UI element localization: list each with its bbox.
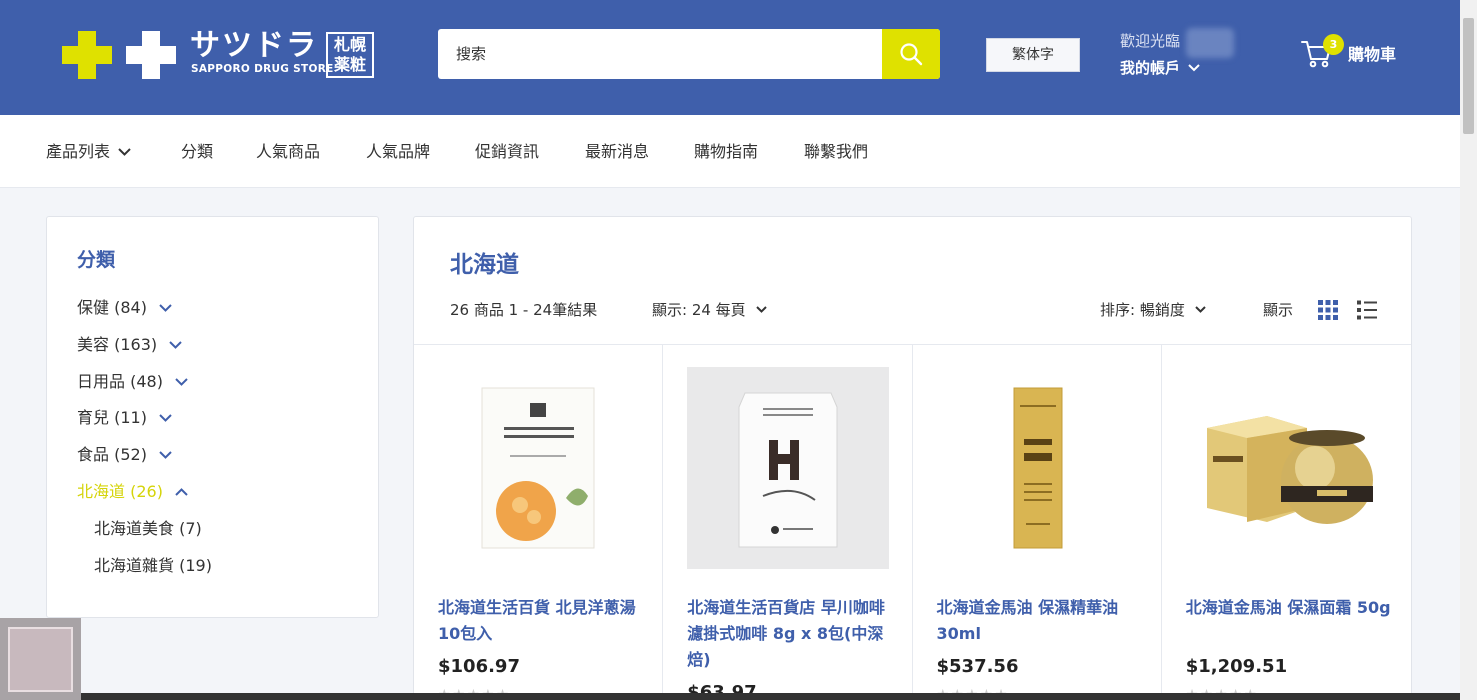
product-collection: 北海道 26 商品 1 - 24筆結果 顯示: 24 每頁 排序: 暢銷度 顯示	[413, 216, 1412, 700]
product-title[interactable]: 北海道生活百貨 北見洋蔥湯 10包入	[438, 595, 643, 647]
category-food[interactable]: 食品 (52)	[77, 444, 172, 466]
my-account-label: 我的帳戶	[1120, 59, 1181, 77]
cart-button[interactable]: 3 購物車	[1300, 34, 1397, 70]
chevron-down-icon	[169, 341, 182, 349]
my-account-link[interactable]: 我的帳戶	[1120, 58, 1200, 78]
category-label: 育兒 (11)	[77, 408, 147, 427]
chevron-down-icon	[755, 306, 767, 313]
category-childcare[interactable]: 育兒 (11)	[77, 407, 172, 429]
product-price: $106.97	[438, 656, 520, 677]
nav-item-popular-products[interactable]: 人氣商品	[256, 141, 320, 163]
scrollbar-thumb[interactable]	[1463, 18, 1474, 134]
blurred-username	[1186, 28, 1234, 58]
bottom-bar	[81, 693, 1460, 700]
nav-item-popular-brands[interactable]: 人氣品牌	[366, 141, 430, 163]
product-price: $1,209.51	[1185, 656, 1288, 677]
nav-item-shopping-guide[interactable]: 購物指南	[694, 141, 758, 163]
cart-label: 購物車	[1348, 45, 1397, 64]
language-button[interactable]: 繁体字	[986, 38, 1080, 72]
category-sidebar: 分類 保健 (84) 美容 (163) 日用品 (48) 育兒 (11) 食品 …	[46, 216, 379, 618]
store-logo[interactable]: サツドラ SAPPORO DRUG STORE 札幌 薬粧	[62, 30, 378, 80]
logo-japanese: サツドラ	[190, 28, 318, 63]
cart-count-badge: 3	[1323, 34, 1344, 55]
product-title[interactable]: 北海道金馬油 保濕精華油 30ml	[937, 595, 1142, 647]
category-label: 北海道 (26)	[77, 482, 163, 501]
product-image-drip-coffee[interactable]	[687, 367, 890, 569]
product-grid: 北海道生活百貨 北見洋蔥湯 10包入 $106.97 ★★★★★ 北海	[414, 345, 1411, 700]
chevron-up-icon	[175, 488, 188, 496]
category-label: 食品 (52)	[77, 445, 147, 464]
search-input[interactable]	[438, 29, 882, 79]
chevron-down-icon	[159, 451, 172, 459]
chevron-down-icon	[1195, 306, 1206, 313]
page-scrollbar[interactable]	[1460, 0, 1477, 700]
collection-toolbar: 26 商品 1 - 24筆結果 顯示: 24 每頁 排序: 暢銷度 顯示	[414, 295, 1411, 345]
sort-select[interactable]: 排序: 暢銷度	[1100, 299, 1206, 320]
category-beauty[interactable]: 美容 (163)	[77, 334, 182, 356]
product-price: $537.56	[936, 656, 1019, 677]
category-label: 保健 (84)	[77, 298, 147, 317]
logo-kanji-top: 札幌	[333, 35, 366, 54]
promo-badge-image	[8, 626, 73, 692]
product-image-onion-soup[interactable]	[438, 367, 640, 569]
product-card[interactable]: 北海道生活百貨 北見洋蔥湯 10包入 $106.97 ★★★★★	[414, 345, 664, 700]
site-header: サツドラ SAPPORO DRUG STORE 札幌 薬粧 繁体字 歡迎光臨 我…	[0, 0, 1460, 115]
chevron-down-icon	[118, 148, 131, 156]
subcategory-hokkaido-food[interactable]: 北海道美食 (7)	[94, 518, 202, 540]
chevron-down-icon	[159, 414, 172, 422]
product-title[interactable]: 北海道金馬油 保濕面霜 50g	[1186, 595, 1391, 621]
grid-view-icon[interactable]	[1317, 299, 1339, 321]
logo-english: SAPPORO DRUG STORE	[191, 63, 334, 75]
sidebar-title: 分類	[77, 249, 116, 271]
nav-item-label: 產品列表	[46, 142, 111, 161]
product-image-horse-oil[interactable]	[937, 367, 1139, 569]
product-image-horse-cream[interactable]	[1186, 367, 1388, 569]
page-title: 北海道	[450, 252, 519, 278]
category-health[interactable]: 保健 (84)	[77, 297, 172, 319]
category-hokkaido[interactable]: 北海道 (26)	[77, 481, 188, 503]
chevron-down-icon	[1188, 64, 1200, 72]
main-navigation: 產品列表 分類 人氣商品 人氣品牌 促銷資訊 最新消息 購物指南 聯繫我們	[0, 115, 1460, 188]
nav-item-news[interactable]: 最新消息	[585, 141, 649, 163]
cart-icon-wrap: 3	[1300, 34, 1344, 70]
cross-logo-icon	[62, 31, 176, 79]
nav-item-categories[interactable]: 分類	[181, 141, 213, 163]
chevron-down-icon	[175, 378, 188, 386]
view-label: 顯示	[1263, 301, 1294, 319]
subcategory-hokkaido-goods[interactable]: 北海道雜貨 (19)	[94, 555, 212, 577]
drip-coffee-bag-image	[738, 392, 838, 548]
category-label: 美容 (163)	[77, 335, 158, 354]
onion-soup-box-image	[481, 387, 595, 549]
search-bar	[438, 29, 940, 79]
horse-oil-bottle-image	[1013, 387, 1062, 549]
search-button[interactable]	[882, 29, 940, 79]
logo-kanji-box: 札幌 薬粧	[326, 32, 374, 78]
product-card[interactable]: 北海道金馬油 保濕精華油 30ml $537.56 ★★★★★	[913, 345, 1162, 700]
product-card[interactable]: 北海道金馬油 保濕面霜 50g $1,209.51 ★★★★★	[1162, 345, 1411, 700]
per-page-select[interactable]: 顯示: 24 每頁	[652, 299, 767, 320]
per-page-label: 顯示: 24 每頁	[652, 301, 746, 319]
list-view-icon[interactable]	[1356, 299, 1378, 321]
nav-item-contact[interactable]: 聯繫我們	[804, 141, 868, 163]
category-label: 日用品 (48)	[77, 372, 163, 391]
chevron-down-icon	[159, 304, 172, 312]
search-icon	[900, 43, 923, 66]
category-daily-goods[interactable]: 日用品 (48)	[77, 371, 188, 393]
logo-kanji-bottom: 薬粧	[333, 55, 366, 74]
product-card[interactable]: 北海道生活百貨店 早川咖啡 濾掛式咖啡 8g x 8包(中深焙) $63.97	[663, 345, 913, 700]
product-title[interactable]: 北海道生活百貨店 早川咖啡 濾掛式咖啡 8g x 8包(中深焙)	[687, 595, 892, 673]
horse-oil-cream-image	[1206, 416, 1373, 524]
nav-item-products[interactable]: 產品列表	[46, 141, 131, 163]
nav-item-promotions[interactable]: 促銷資訊	[475, 141, 539, 163]
sort-label: 排序: 暢銷度	[1100, 301, 1185, 319]
floating-promo-badge[interactable]	[0, 618, 81, 700]
results-count: 26 商品 1 - 24筆結果	[450, 301, 598, 319]
